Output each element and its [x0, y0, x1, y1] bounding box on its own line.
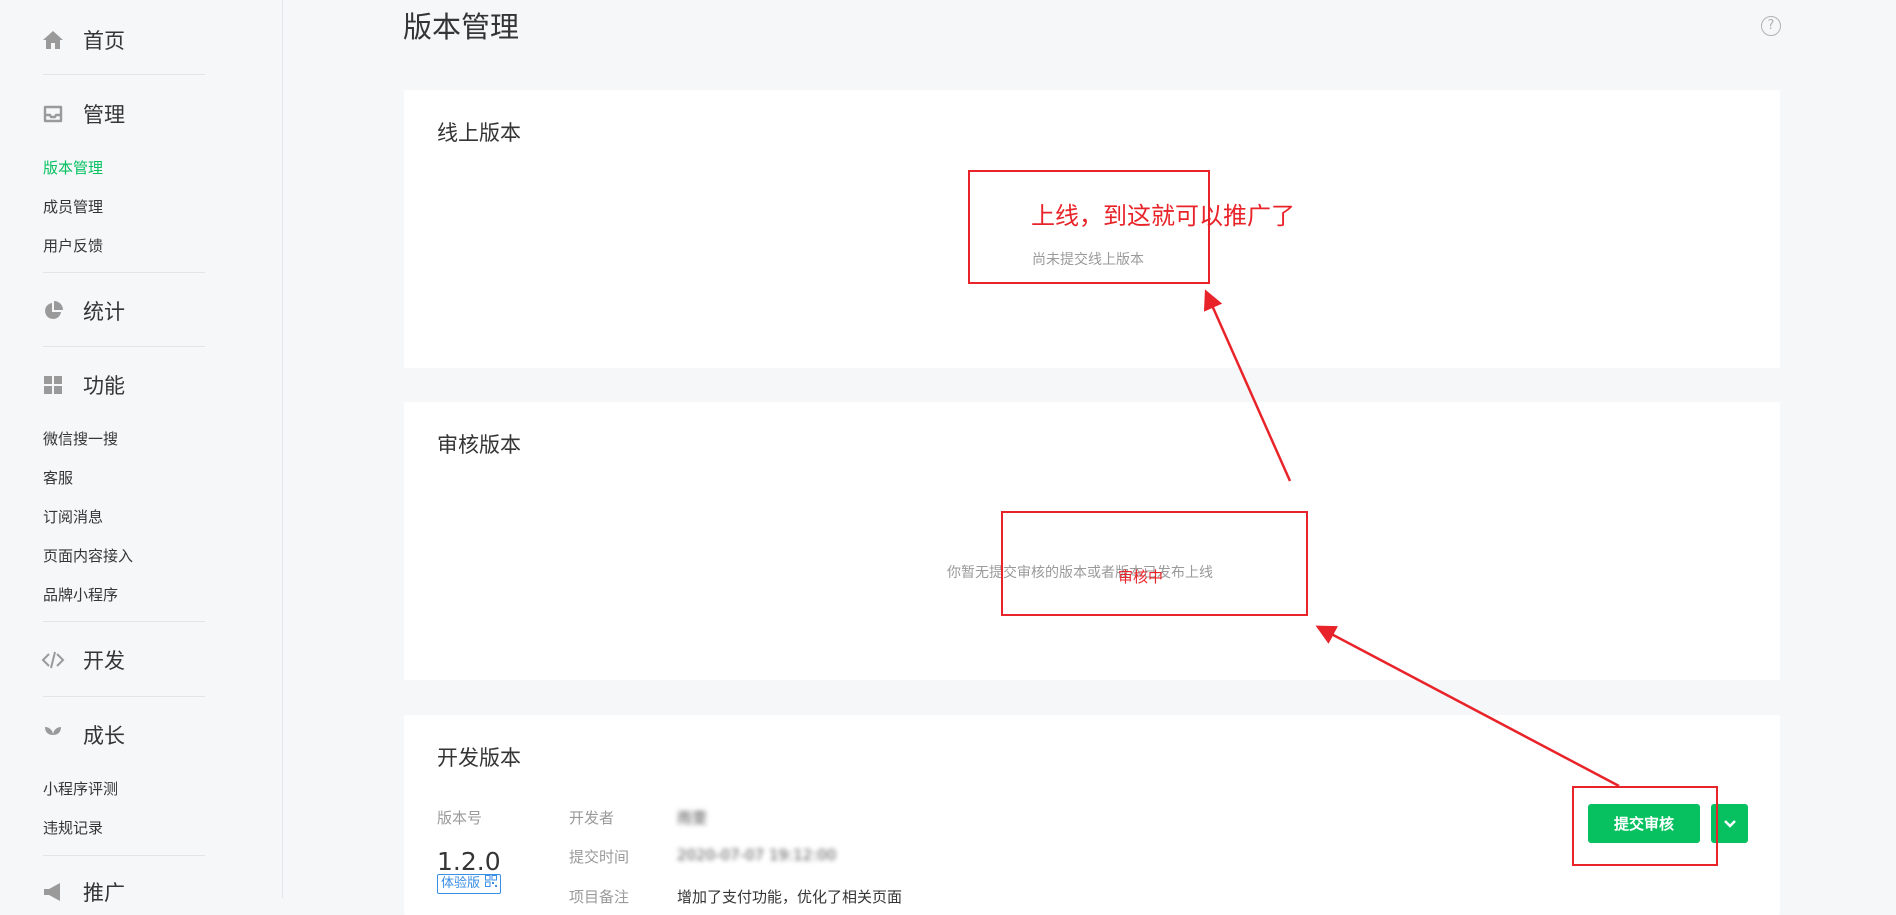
sidebar-item-statistics[interactable]: 统计	[40, 296, 125, 326]
divider	[43, 696, 205, 697]
developer-label: 开发者	[569, 809, 615, 827]
megaphone-icon	[40, 879, 66, 905]
sidebar-item-home[interactable]: 首页	[40, 25, 125, 55]
help-icon[interactable]: ?	[1761, 16, 1781, 36]
page-title: 版本管理	[403, 10, 520, 44]
sprout-icon	[40, 722, 66, 748]
note-value: 增加了支付功能，优化了相关页面	[677, 888, 903, 906]
divider	[43, 272, 205, 273]
sidebar-item-evaluation[interactable]: 小程序评测	[43, 778, 118, 799]
chevron-down-icon	[1723, 814, 1737, 833]
sidebar-item-growth[interactable]: 成长	[40, 720, 125, 750]
version-number: 1.2.0	[437, 847, 501, 876]
annotation-review-note: 审核中	[1118, 568, 1164, 586]
trial-version-tag[interactable]: 体验版	[437, 874, 502, 894]
submit-time-label: 提交时间	[569, 848, 630, 866]
sidebar-item-brand-miniprogram[interactable]: 品牌小程序	[43, 584, 118, 605]
divider	[43, 855, 205, 856]
sidebar-item-label: 开发	[83, 649, 125, 673]
sidebar-item-page-content[interactable]: 页面内容接入	[43, 545, 133, 566]
divider	[43, 346, 205, 347]
sidebar-item-customer-service[interactable]: 客服	[43, 467, 73, 488]
card-title: 开发版本	[437, 746, 521, 770]
version-label: 版本号	[437, 809, 483, 827]
home-icon	[40, 27, 66, 53]
sidebar-item-develop[interactable]: 开发	[40, 645, 125, 675]
card-title: 审核版本	[437, 433, 521, 457]
sidebar-item-user-feedback[interactable]: 用户反馈	[43, 235, 103, 256]
annotation-box-submit	[1572, 786, 1718, 866]
note-label: 项目备注	[569, 888, 630, 906]
divider	[43, 74, 205, 75]
developer-value: 雨雯	[677, 809, 708, 827]
annotation-box-review	[1001, 511, 1308, 616]
sidebar-item-subscribe-message[interactable]: 订阅消息	[43, 506, 103, 527]
sidebar-item-version-manage[interactable]: 版本管理	[43, 157, 103, 178]
qrcode-icon	[485, 875, 498, 893]
grid-icon	[40, 372, 66, 398]
sidebar-item-features[interactable]: 功能	[40, 370, 125, 400]
sidebar-item-violation-records[interactable]: 违规记录	[43, 817, 103, 838]
card-title: 线上版本	[437, 121, 521, 145]
sidebar-item-member-manage[interactable]: 成员管理	[43, 196, 103, 217]
sidebar-item-label: 推广	[83, 881, 125, 905]
sidebar: 首页 管理 版本管理 成员管理 用户反馈 统计 功能 微信搜一搜 客服 订阅消息…	[0, 0, 283, 905]
sidebar-item-label: 管理	[83, 103, 125, 127]
sidebar-item-label: 统计	[83, 300, 125, 324]
tag-label: 体验版	[441, 876, 481, 891]
sidebar-item-label: 功能	[83, 374, 125, 398]
pie-chart-icon	[40, 298, 66, 324]
sidebar-item-label: 成长	[83, 724, 125, 748]
divider	[43, 621, 205, 622]
annotation-online-note: 上线，到这就可以推广了	[1031, 202, 1295, 230]
sidebar-item-label: 首页	[83, 29, 125, 53]
sidebar-item-wechat-search[interactable]: 微信搜一搜	[43, 428, 118, 449]
sidebar-item-promotion[interactable]: 推广	[40, 877, 125, 907]
inbox-icon	[40, 101, 66, 127]
code-icon	[40, 647, 66, 673]
sidebar-item-manage[interactable]: 管理	[40, 99, 125, 129]
submit-time-value: 2020-07-07 19:12:00	[677, 846, 837, 864]
